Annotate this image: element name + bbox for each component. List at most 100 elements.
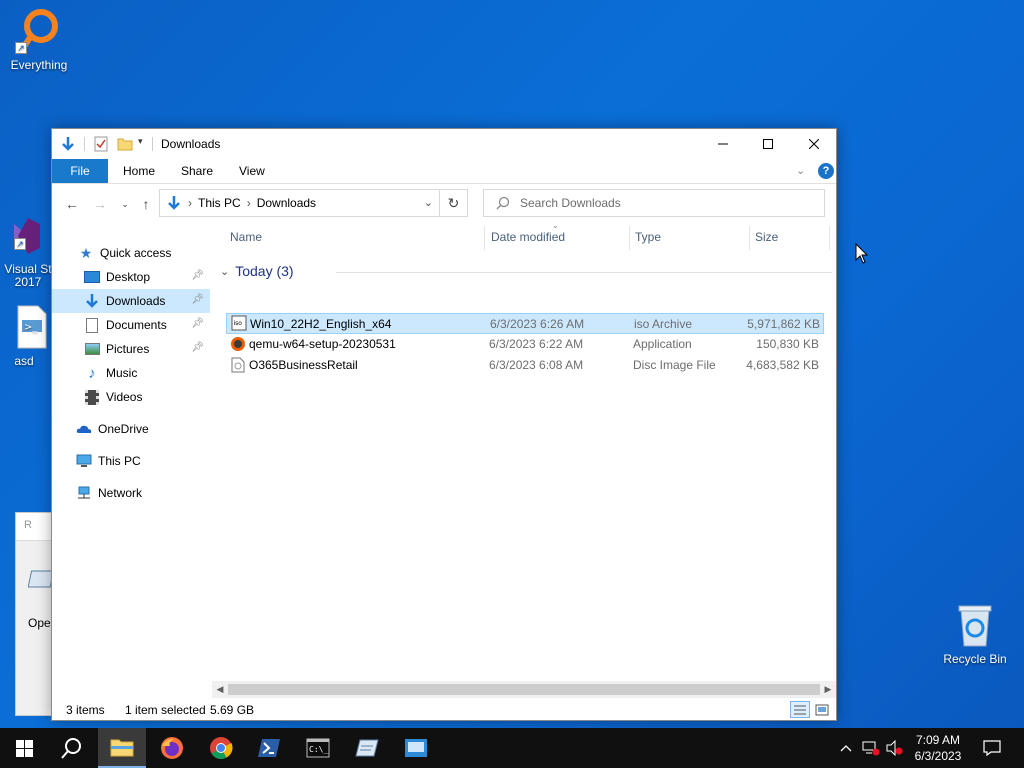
taskbar-remote-desktop[interactable] [392, 728, 440, 768]
collapse-group-icon[interactable]: ⌄ [220, 265, 229, 278]
search-input[interactable] [520, 196, 800, 210]
sidebar-item-this-pc[interactable]: This PC [52, 449, 210, 473]
file-row[interactable]: qemu-w64-setup-20230531 6/3/2023 6:22 AM… [226, 334, 824, 355]
column-separator[interactable] [484, 226, 485, 250]
properties-check-icon[interactable] [94, 136, 108, 152]
taskbar-command-prompt[interactable]: C:\_ [294, 728, 342, 768]
sidebar-item-desktop[interactable]: Desktop 📌︎ [52, 265, 210, 289]
scroll-right-icon[interactable]: ▶ [820, 681, 836, 698]
file-row[interactable]: O365BusinessRetail 6/3/2023 6:08 AM Disc… [226, 355, 824, 376]
back-button[interactable]: ← [62, 194, 82, 214]
column-header-date-modified[interactable]: Date modified [491, 230, 565, 248]
file-name: Win10_22H2_English_x64 [250, 317, 392, 331]
column-header-size[interactable]: Size [755, 230, 778, 248]
breadcrumb-downloads[interactable]: Downloads [257, 196, 316, 210]
status-selection: 1 item selected [125, 703, 206, 717]
sidebar-item-videos[interactable]: Videos [52, 385, 210, 409]
file-row[interactable]: iso Win10_22H2_English_x64 6/3/2023 6:26… [226, 313, 824, 334]
quick-access-customize-icon[interactable]: ▾ [138, 136, 143, 147]
large-icons-view-icon [815, 704, 829, 715]
sidebar-item-music[interactable]: ♪ Music [52, 361, 210, 385]
desktop-icon-label: Recycle Bin [943, 652, 1007, 666]
title-divider [152, 137, 153, 151]
navigation-pane: ★ Quick access Desktop 📌︎ Downloads 📌︎ D… [52, 222, 212, 692]
sidebar-item-label: Quick access [100, 246, 172, 260]
taskbar-powershell[interactable] [245, 728, 293, 768]
windows-logo-icon [15, 739, 33, 757]
taskbar-chrome[interactable] [197, 728, 245, 768]
column-separator[interactable] [749, 226, 750, 250]
action-center-button[interactable] [978, 728, 1006, 768]
recent-locations-button[interactable]: ⌄ [115, 194, 135, 214]
close-button[interactable] [791, 129, 837, 159]
disc-image-icon [231, 357, 245, 373]
forward-button[interactable]: → [90, 194, 110, 214]
scroll-thumb[interactable] [228, 684, 820, 695]
music-icon: ♪ [88, 364, 96, 382]
group-header-today[interactable]: ⌄ Today (3) [220, 263, 294, 279]
minimize-icon [718, 143, 728, 145]
star-icon: ★ [79, 244, 93, 261]
tab-file[interactable]: File [52, 159, 108, 183]
down-arrow-icon[interactable] [60, 136, 76, 152]
maximize-icon [763, 139, 773, 149]
desktop-icon-visual-studio[interactable]: ↗ Visual St 2017 [0, 212, 56, 289]
maximize-button[interactable] [745, 129, 791, 159]
column-header-type[interactable]: Type [635, 230, 661, 248]
tab-view[interactable]: View [225, 159, 279, 183]
new-folder-icon[interactable] [117, 136, 133, 152]
details-view-button[interactable] [790, 701, 810, 718]
volume-button[interactable] [885, 728, 905, 768]
file-date: 6/3/2023 6:22 AM [489, 337, 584, 351]
file-list[interactable]: Name Date modified ⌄ Type Size ⌄ Today (… [212, 221, 836, 682]
pin-icon[interactable]: 📌︎ [191, 270, 204, 281]
search-button[interactable] [48, 728, 96, 768]
taskbar-clock[interactable]: 7:09 AM 6/3/2023 [906, 732, 970, 764]
horizontal-scrollbar[interactable]: ◀ ▶ [212, 681, 836, 698]
shortcut-arrow-icon: ↗ [15, 42, 27, 54]
sidebar-item-network[interactable]: Network [52, 481, 210, 505]
sidebar-item-onedrive[interactable]: OneDrive [52, 417, 210, 441]
address-dropdown-icon[interactable]: ⌄ [424, 196, 433, 209]
sidebar-item-downloads[interactable]: Downloads 📌︎ [52, 289, 210, 313]
up-button[interactable]: ↑ [136, 194, 156, 214]
desktop-icon-recycle-bin[interactable]: Recycle Bin [937, 602, 1013, 666]
file-explorer-window[interactable]: ▾ Downloads File Home Share View ⌄ ? ← →… [51, 128, 837, 721]
taskbar: C:\_ 7:09 AM 6/3/2023 [0, 728, 1024, 768]
pin-icon[interactable]: 📌︎ [191, 318, 204, 329]
start-button[interactable] [0, 728, 48, 768]
navigation-bar: ← → ⌄ ↑ › This PC › Downloads ⌄ ↻ [52, 184, 836, 222]
refresh-button[interactable]: ↻ [440, 189, 468, 217]
search-box[interactable] [483, 189, 825, 217]
pin-icon[interactable]: 📌︎ [191, 342, 204, 353]
address-bar[interactable]: › This PC › Downloads ⌄ [159, 189, 440, 217]
sidebar-item-quick-access[interactable]: ★ Quick access [52, 241, 210, 265]
file-date: 6/3/2023 6:08 AM [489, 358, 584, 372]
minimize-button[interactable] [700, 129, 746, 159]
column-separator[interactable] [829, 226, 830, 250]
network-status-button[interactable] [861, 728, 881, 768]
background-window[interactable]: R Ope [15, 512, 55, 716]
tab-home[interactable]: Home [109, 159, 169, 183]
videos-icon [84, 389, 100, 405]
sidebar-item-documents[interactable]: Documents 📌︎ [52, 313, 210, 337]
desktop-icon-everything[interactable]: ↗ Everything [1, 8, 77, 72]
ribbon-tabs: File Home Share View ⌄ ? [52, 159, 836, 184]
taskbar-firefox[interactable] [148, 728, 196, 768]
title-bar[interactable]: ▾ Downloads [52, 129, 836, 159]
show-hidden-icons-button[interactable] [837, 728, 855, 768]
breadcrumb-this-pc[interactable]: This PC [198, 196, 241, 210]
pin-icon[interactable]: 📌︎ [191, 294, 204, 305]
taskbar-app-window[interactable] [343, 728, 391, 768]
column-separator[interactable] [629, 226, 630, 250]
taskbar-file-explorer[interactable] [98, 728, 146, 768]
expand-ribbon-icon[interactable]: ⌄ [796, 164, 805, 177]
sidebar-item-pictures[interactable]: Pictures 📌︎ [52, 337, 210, 361]
column-header-name[interactable]: Name [230, 230, 262, 248]
desktop-icon-label: Visual St 2017 [4, 263, 52, 289]
tab-share[interactable]: Share [167, 159, 227, 183]
help-icon[interactable]: ? [818, 163, 834, 179]
large-icons-view-button[interactable] [812, 701, 832, 718]
file-size: 4,683,582 KB [746, 358, 819, 372]
scroll-left-icon[interactable]: ◀ [212, 681, 228, 698]
